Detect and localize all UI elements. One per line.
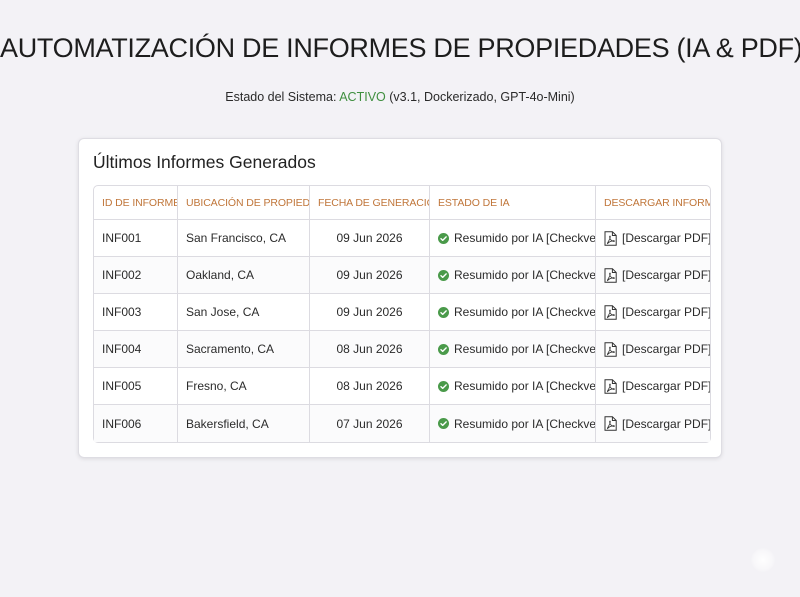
report-id-cell: INF003 [94,294,178,331]
download-pdf-label: [Descargar PDF] [622,305,710,319]
location-cell: San Jose, CA [178,294,310,331]
download-pdf-label: [Descargar PDF] [622,231,710,245]
ai-status-cell: Resumido por IA [Checkverde] [430,220,596,257]
column-header-download: DESCARGAR INFORME [596,186,710,220]
status-label: Estado del Sistema: [225,90,340,104]
ai-status-cell: Resumido por IA [Checkverde] [430,368,596,405]
ai-status-label: Resumido por IA [Checkverde] [454,342,596,356]
location-cell: Oakland, CA [178,257,310,294]
download-pdf-link[interactable]: [Descargar PDF] [604,304,710,320]
ai-status-label: Resumido por IA [Checkverde] [454,268,596,282]
download-cell: [Descargar PDF] [596,405,710,442]
report-id-cell: INF005 [94,368,178,405]
report-id-cell: INF002 [94,257,178,294]
page-title: AUTOMATIZACIÓN DE INFORMES DE PROPIEDADE… [0,33,800,63]
reports-card: Últimos Informes Generados ID DE INFORME… [78,138,722,458]
check-circle-icon [438,380,449,392]
download-pdf-label: [Descargar PDF] [622,342,710,356]
download-pdf-link[interactable]: [Descargar PDF] [604,416,710,431]
date-cell: 09 Jun 2026 [310,220,430,257]
ai-status-label: Resumido por IA [Checkverde] [454,305,596,319]
download-cell: [Descargar PDF] [596,294,710,331]
pdf-file-icon [604,378,617,394]
column-header-ai-status: ESTADO DE IA [430,186,596,220]
table-row: INF003 San Jose, CA 09 Jun 2026 Resumido po… [94,294,710,331]
system-status: Estado del Sistema: ACTIVO (v3.1, Docker… [0,90,800,104]
check-circle-icon [438,232,449,244]
ai-status-cell: Resumido por IA [Checkverde] [430,294,596,331]
reports-table: ID DE INFORME UBICACIÓN DE PROPIEDAD FEC… [93,185,711,443]
download-pdf-label: [Descargar PDF] [622,379,710,393]
date-cell: 09 Jun 2026 [310,257,430,294]
download-cell: [Descargar PDF] [596,220,710,257]
check-circle-icon [438,418,449,429]
report-id-cell: INF006 [94,405,178,442]
location-cell: Sacramento, CA [178,331,310,368]
corner-glow-decoration [751,548,775,572]
location-cell: San Francisco, CA [178,220,310,257]
report-id-cell: INF004 [94,331,178,368]
pdf-file-icon [604,304,617,320]
pdf-file-icon [604,230,617,246]
ai-status-cell: Resumido por IA [Checkverde] [430,331,596,368]
ai-status-cell: Resumido por IA [Checkverde] [430,405,596,442]
status-details: (v3.1, Dockerizado, GPT-4o-Mini) [385,90,575,104]
download-pdf-label: [Descargar PDF] [622,268,710,282]
check-circle-icon [438,343,449,355]
download-pdf-link[interactable]: [Descargar PDF] [604,378,710,394]
table-row: INF005 Fresno, CA 08 Jun 2026 Resumido por … [94,368,710,405]
download-pdf-link[interactable]: [Descargar PDF] [604,267,710,283]
date-cell: 08 Jun 2026 [310,368,430,405]
pdf-file-icon [604,267,617,283]
download-cell: [Descargar PDF] [596,368,710,405]
date-cell: 07 Jun 2026 [310,405,430,442]
ai-status-label: Resumido por IA [Checkverde] [454,231,596,245]
column-header-date: FECHA DE GENERACIÓN [310,186,430,220]
date-cell: 09 Jun 2026 [310,294,430,331]
location-cell: Fresno, CA [178,368,310,405]
download-pdf-label: [Descargar PDF] [622,416,710,431]
location-cell: Bakersfield, CA [178,405,310,442]
table-row: INF004 Sacramento, CA 08 Jun 2026 Resumido … [94,331,710,368]
download-pdf-link[interactable]: [Descargar PDF] [604,341,710,357]
reports-card-title: Últimos Informes Generados [93,152,316,172]
pdf-file-icon [604,341,617,357]
download-pdf-link[interactable]: [Descargar PDF] [604,230,710,246]
column-header-location: UBICACIÓN DE PROPIEDAD [178,186,310,220]
check-circle-icon [438,269,449,281]
pdf-file-icon [604,416,617,431]
download-cell: [Descargar PDF] [596,331,710,368]
download-cell: [Descargar PDF] [596,257,710,294]
report-id-cell: INF001 [94,220,178,257]
ai-status-label: Resumido por IA [Checkverde] [454,416,596,431]
table-row: INF002 Oakland, CA 09 Jun 2026 Resumido por… [94,257,710,294]
table-header-row: ID DE INFORME UBICACIÓN DE PROPIEDAD FEC… [94,186,710,220]
column-header-id: ID DE INFORME [94,186,178,220]
date-cell: 08 Jun 2026 [310,331,430,368]
check-circle-icon [438,306,449,318]
table-row: INF006 Bakersfield, CA 07 Jun 2026 Resumido… [94,405,710,442]
table-row: INF001 San Francisco, CA 09 Jun 2026 Resumi… [94,220,710,257]
ai-status-cell: Resumido por IA [Checkverde] [430,257,596,294]
ai-status-label: Resumido por IA [Checkverde] [454,379,596,393]
status-active-badge: ACTIVO [339,90,386,104]
